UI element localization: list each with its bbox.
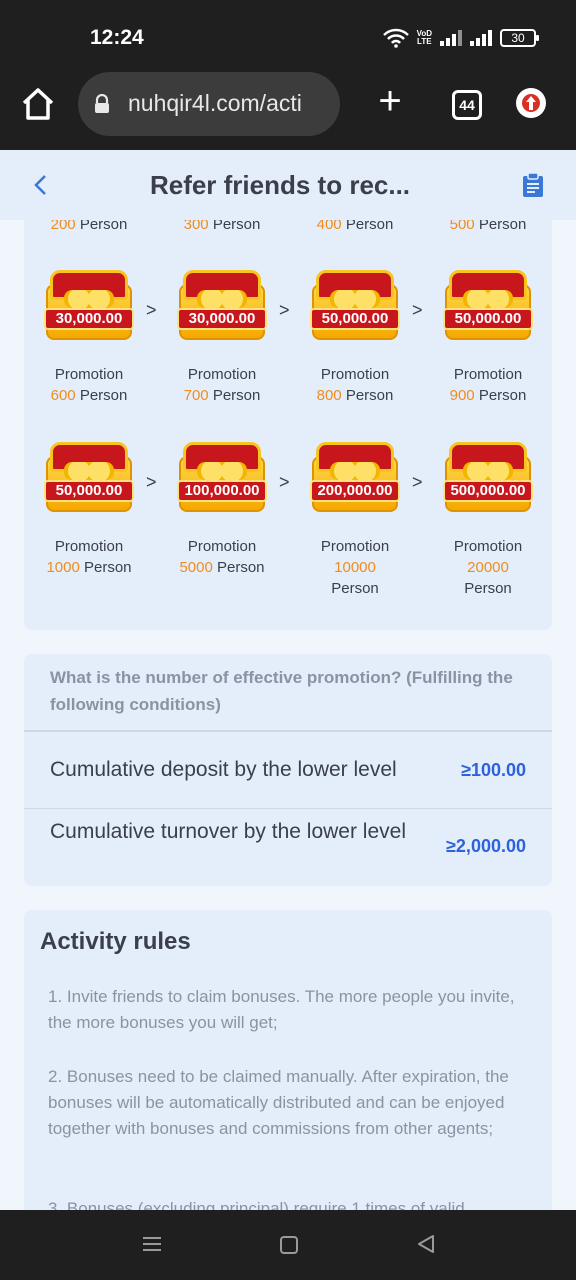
treasure-chest-icon: 50,000.00 [310, 270, 400, 342]
next-arrow: > [279, 472, 290, 492]
signal-icon [440, 30, 462, 46]
reward-amount: 500,000.00 [443, 480, 533, 502]
tier-item: Promotion 1000 Person [46, 538, 132, 576]
new-tab-button[interactable]: + [372, 81, 408, 121]
back-nav-icon[interactable] [416, 1234, 436, 1254]
treasure-chest-icon: 200,000.00 [310, 442, 400, 514]
tab-switcher-button[interactable]: 44 [452, 90, 482, 120]
home-nav-icon[interactable] [280, 1236, 298, 1254]
condition-value: ≥100.00 [461, 760, 526, 780]
condition-label: Cumulative turnover by the lower level [50, 820, 406, 843]
reward-amount: 200,000.00 [310, 480, 400, 502]
browser-toolbar: nuhqir4l.com/acti + 44 [0, 72, 576, 150]
tier-item: Promotion 20000 Person [453, 538, 523, 597]
address-bar[interactable]: nuhqir4l.com/acti [78, 72, 340, 136]
activity-rules-card: Activity rules 1. Invite friends to clai… [24, 910, 552, 1210]
clipboard-icon[interactable] [522, 172, 544, 198]
system-nav-bar [0, 1210, 576, 1280]
reward-amount: 100,000.00 [177, 480, 267, 502]
conditions-card: What is the number of effective promotio… [24, 654, 552, 886]
next-arrow: > [412, 300, 423, 320]
rule-item: 3. Bonuses (excluding principal) require… [48, 1199, 465, 1210]
reward-amount: 50,000.00 [310, 308, 400, 330]
reward-amount: 30,000.00 [177, 308, 267, 330]
back-arrow-icon[interactable] [30, 172, 52, 198]
status-icons: VoD LTE 30 [382, 28, 539, 48]
treasure-chest-icon: 50,000.00 [443, 270, 533, 342]
treasure-chest-icon: 50,000.00 [44, 442, 134, 514]
tier-item: Promotion 800 Person [316, 366, 394, 404]
tier-item: Promotion 600 Person [50, 366, 128, 404]
volte-icon: VoD LTE [416, 29, 432, 46]
tier-item: Promotion 900 Person [449, 366, 527, 404]
wifi-icon [382, 28, 409, 48]
condition-value: ≥2,000.00 [446, 836, 526, 856]
rules-title: Activity rules [40, 928, 191, 955]
page-header: Refer friends to rec... [0, 150, 576, 220]
recent-apps-icon[interactable] [142, 1234, 162, 1254]
lock-icon [95, 94, 109, 113]
rule-item: 2. Bonuses need to be claimed manually. … [48, 1067, 509, 1138]
signal-icon-2 [470, 30, 492, 46]
reward-amount: 50,000.00 [44, 480, 134, 502]
next-arrow: > [412, 472, 423, 492]
update-button[interactable] [516, 88, 546, 118]
next-arrow: > [146, 472, 157, 492]
reward-amount: 30,000.00 [44, 308, 134, 330]
treasure-chest-icon: 500,000.00 [443, 442, 533, 514]
treasure-chest-icon: 30,000.00 [44, 270, 134, 342]
tier-item: Promotion 5000 Person [179, 538, 265, 576]
tier-item: Promotion 10000 Person [320, 538, 390, 597]
next-arrow: > [146, 300, 157, 320]
conditions-heading: What is the number of effective promotio… [50, 668, 513, 714]
arrow-up-icon [526, 96, 536, 110]
url-text: nuhqir4l.com/acti [128, 90, 302, 116]
divider [24, 730, 552, 732]
battery-icon: 30 [500, 29, 539, 47]
treasure-chest-icon: 100,000.00 [177, 442, 267, 514]
home-icon[interactable] [20, 86, 56, 122]
divider [24, 808, 552, 809]
status-time: 12:24 [90, 26, 144, 49]
reward-amount: 50,000.00 [443, 308, 533, 330]
condition-label: Cumulative deposit by the lower level [50, 758, 397, 781]
tier-item: Promotion 700 Person [183, 366, 261, 404]
page-title: Refer friends to rec... [149, 170, 411, 200]
reward-tiers-card: 200 Person 300 Person 400 Person 500 Per… [24, 200, 552, 630]
web-page: Refer friends to rec... 200 Person 300 P… [0, 150, 576, 1210]
rule-item: 1. Invite friends to claim bonuses. The … [48, 987, 515, 1032]
status-bar: 12:24 VoD LTE 30 [0, 0, 576, 72]
next-arrow: > [279, 300, 290, 320]
treasure-chest-icon: 30,000.00 [177, 270, 267, 342]
